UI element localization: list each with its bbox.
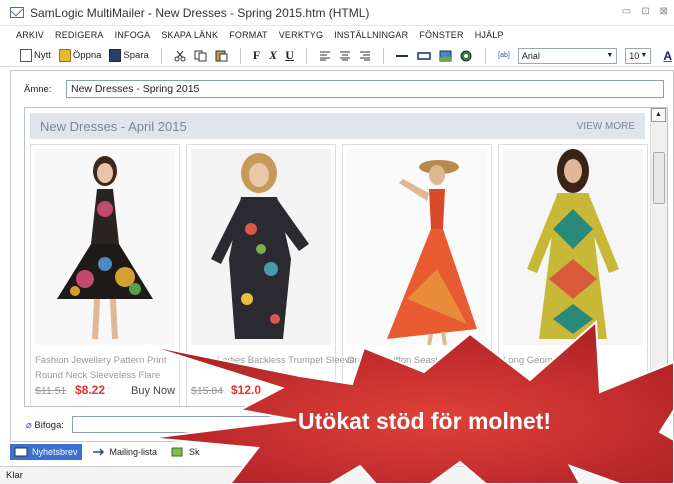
- new-document-icon: [20, 49, 32, 62]
- menu-format[interactable]: FORMAT: [229, 30, 268, 40]
- attachment-label: ⌀ Bifoga:: [26, 420, 64, 431]
- cut-icon[interactable]: [172, 47, 188, 65]
- toolbar: Nytt Öppna Spara F X U [ab] Arial ▼ 10 ▼…: [0, 45, 674, 67]
- view-more-link[interactable]: VIEW MORE: [577, 121, 635, 132]
- align-right-icon[interactable]: [357, 47, 373, 65]
- font-family-select[interactable]: Arial ▼: [517, 47, 618, 64]
- menu-hjalp[interactable]: HJÄLP: [475, 30, 504, 40]
- paperclip-icon: ⌀: [26, 420, 32, 431]
- menu-fonster[interactable]: FÖNSTER: [419, 30, 463, 40]
- bold-button[interactable]: F: [250, 48, 262, 63]
- tab-label: Nyhetsbrev: [32, 447, 78, 457]
- menu-verktyg[interactable]: VERKTYG: [279, 30, 323, 40]
- copy-icon[interactable]: [192, 47, 209, 65]
- product-card: Orange Chiffon Seaside Resort: [342, 144, 493, 406]
- menu-skapa-lank[interactable]: SKAPA LÄNK: [161, 30, 218, 40]
- minimize-icon[interactable]: ▭: [622, 6, 631, 17]
- chevron-down-icon: ▼: [606, 52, 614, 59]
- product-image: [503, 149, 643, 345]
- font-size-select[interactable]: 10 ▼: [625, 47, 652, 64]
- tab-mailing-lista[interactable]: Mailing-lista: [88, 444, 162, 460]
- new-button[interactable]: Nytt: [18, 47, 53, 65]
- underline-button[interactable]: U: [283, 48, 295, 63]
- chevron-down-icon: ▼: [640, 52, 648, 59]
- toolbar-separator: [160, 47, 162, 64]
- menu-infoga[interactable]: INFOGA: [115, 30, 151, 40]
- font-size-value: 10: [629, 50, 640, 61]
- promo-text: Utökat stöd för molnet!: [298, 408, 551, 434]
- open-button[interactable]: Öppna: [57, 47, 104, 65]
- floppy-disk-icon: [109, 49, 122, 62]
- font-family-value: Arial: [521, 50, 540, 61]
- product-old-price: $11.51: [35, 385, 67, 397]
- link-icon[interactable]: [458, 47, 475, 65]
- scroll-up-icon[interactable]: ▲: [651, 108, 666, 122]
- mail-app-icon: [10, 7, 24, 18]
- italic-button[interactable]: X: [267, 48, 279, 63]
- window-controls: ▭ ⊡ ⊠: [622, 6, 668, 17]
- close-icon[interactable]: ⊠: [660, 6, 668, 17]
- save-button[interactable]: Spara: [107, 47, 150, 65]
- product-image: [191, 149, 331, 345]
- image-icon[interactable]: [437, 47, 454, 65]
- paste-icon[interactable]: [213, 47, 230, 65]
- product-card: Long Geometric Print: [498, 144, 649, 406]
- mailing-list-icon: [92, 447, 106, 457]
- save-label: Spara: [123, 50, 149, 61]
- tab-label: Sk: [189, 447, 200, 457]
- menu-arkiv[interactable]: ARKIV: [16, 30, 44, 40]
- window-title: SamLogic MultiMailer - New Dresses - Spr…: [30, 5, 370, 20]
- subject-label: Ämne:: [24, 84, 52, 95]
- menu-redigera[interactable]: REDIGERA: [55, 30, 104, 40]
- product-old-price: $15.84: [191, 385, 224, 397]
- product-name[interactable]: Orange Chiffon Seaside Resort: [347, 353, 493, 368]
- horizontal-line-icon[interactable]: [393, 47, 411, 65]
- toolbar-separator: [382, 47, 384, 64]
- buy-now-button[interactable]: Buy Now: [131, 385, 175, 397]
- attachment-input[interactable]: [72, 416, 302, 433]
- tab-skicka[interactable]: Sk: [167, 444, 204, 460]
- tab-label: Mailing-lista: [109, 447, 158, 457]
- product-new-price: $12.0: [231, 383, 262, 397]
- toolbar-separator: [239, 47, 241, 64]
- email-header-title: New Dresses - April 2015: [40, 118, 187, 134]
- product-card: Ladies Backless Trumpet Sleeve $15.84 $1…: [186, 144, 355, 406]
- folder-open-icon: [58, 49, 71, 62]
- status-text: Klar: [6, 470, 23, 481]
- email-header: New Dresses - April 2015 VIEW MORE: [30, 113, 645, 139]
- scroll-thumb[interactable]: [653, 152, 665, 204]
- product-name[interactable]: Fashion Jewellery Pattern Print Round Ne…: [35, 353, 181, 383]
- status-memory: Min: [284, 468, 303, 484]
- new-label: Nytt: [34, 50, 51, 61]
- product-card: Fashion Jewellery Pattern Print Round Ne…: [30, 144, 181, 406]
- product-image: [347, 149, 487, 345]
- status-bar: Klar Min: [0, 466, 674, 484]
- open-label: Öppna: [72, 50, 102, 61]
- newsletter-icon: [14, 447, 28, 457]
- code-icon[interactable]: [ab]: [496, 47, 512, 65]
- subject-input[interactable]: New Dresses - Spring 2015: [66, 80, 664, 98]
- align-left-icon[interactable]: [317, 47, 333, 65]
- product-name[interactable]: Long Geometric Print: [503, 353, 649, 368]
- product-new-price: $8.22: [75, 383, 106, 397]
- menu-bar: ARKIV REDIGERA INFOGA SKAPA LÄNK FORMAT …: [0, 26, 674, 44]
- email-editor[interactable]: New Dresses - April 2015 VIEW MORE Fashi…: [24, 107, 668, 407]
- editor-scrollbar[interactable]: ▲: [650, 108, 667, 406]
- align-center-icon[interactable]: [337, 47, 353, 65]
- title-bar: SamLogic MultiMailer - New Dresses - Spr…: [0, 0, 674, 26]
- text-color-button[interactable]: A: [661, 47, 674, 65]
- menu-installningar[interactable]: INSTÄLLNINGAR: [334, 30, 408, 40]
- tab-nyhetsbrev[interactable]: Nyhetsbrev: [10, 444, 82, 460]
- product-image: [35, 149, 175, 345]
- toolbar-separator: [485, 47, 487, 64]
- attachment-label-text: Bifoga:: [34, 420, 64, 431]
- maximize-icon[interactable]: ⊡: [641, 6, 649, 17]
- bottom-tabbar: Nyhetsbrev Mailing-lista Sk: [10, 443, 674, 461]
- table-icon[interactable]: [415, 47, 433, 65]
- send-icon: [171, 447, 185, 457]
- toolbar-separator: [305, 47, 307, 64]
